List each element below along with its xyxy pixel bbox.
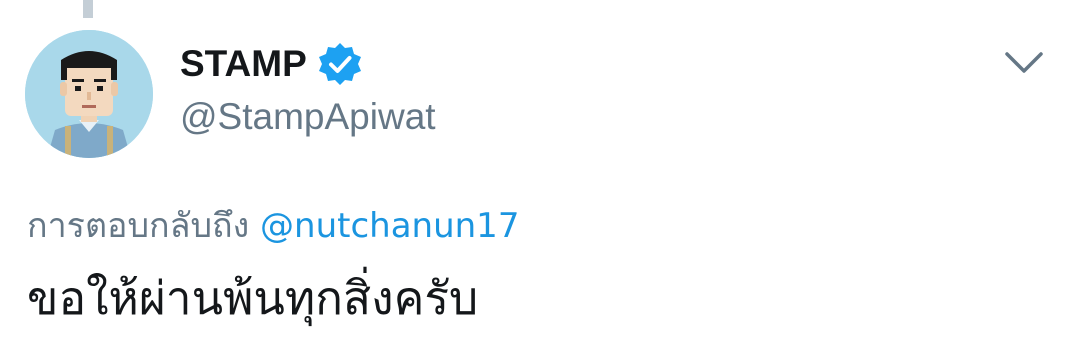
verified-badge-icon (316, 40, 364, 88)
author-handle[interactable]: @StampApiwat (180, 96, 436, 138)
reply-context: การตอบกลับถึง @nutchanun17 (27, 198, 519, 252)
cartoon-man-avatar-icon (25, 30, 153, 158)
author-display-name[interactable]: STAMP (180, 43, 307, 85)
author-name-row: STAMP (180, 40, 364, 88)
avatar[interactable] (25, 30, 153, 158)
reply-mention-link[interactable]: @nutchanun17 (260, 206, 519, 246)
chevron-down-icon[interactable] (1000, 44, 1048, 84)
thread-connector-line (83, 0, 93, 18)
reply-prefix-label: การตอบกลับถึง (27, 206, 250, 246)
tweet-body-text: ขอให้ผ่านพ้นทุกสิ่งครับ (27, 271, 479, 325)
